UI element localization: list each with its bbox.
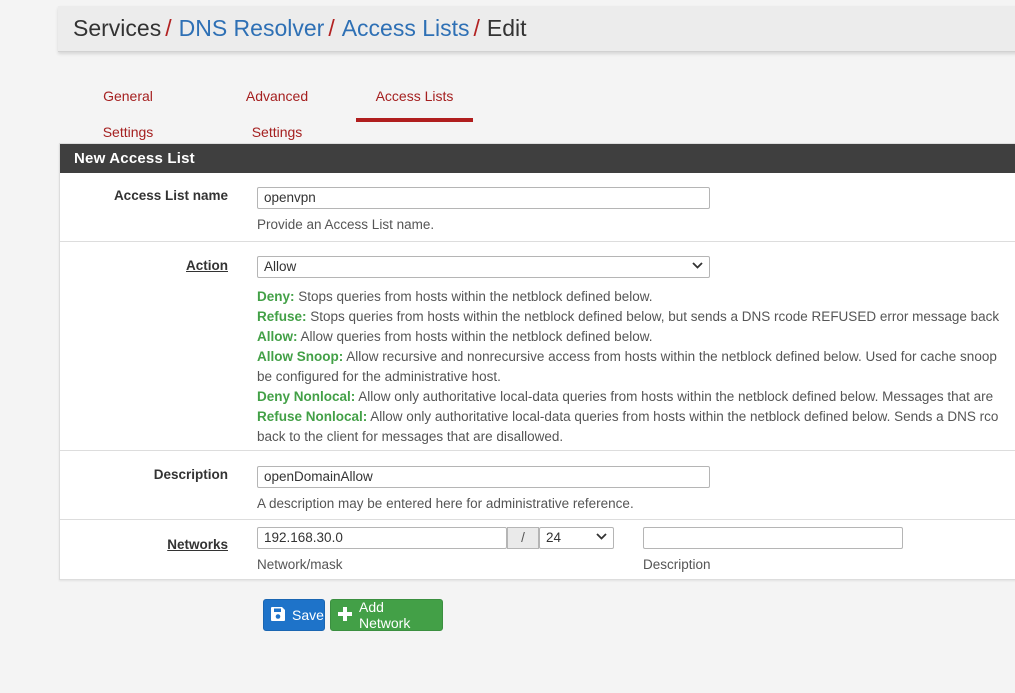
mask-separator: / bbox=[507, 527, 539, 549]
networks-label[interactable]: Networks bbox=[167, 537, 228, 552]
description-label: Description bbox=[153, 467, 228, 482]
access-list-panel: New Access List Access List name openvpn… bbox=[59, 143, 1015, 580]
network-mask-value: 24 bbox=[546, 530, 562, 545]
action-select-value: Allow bbox=[264, 259, 297, 274]
action-desc-refuse-nonlocal-cont: back to the client for messages that are… bbox=[257, 429, 564, 444]
save-button-label: Save bbox=[292, 607, 324, 623]
breadcrumb-separator: / bbox=[328, 15, 335, 41]
floppy-disk-icon bbox=[270, 606, 286, 625]
network-description-help: Description bbox=[643, 557, 711, 572]
add-network-button[interactable]: Add Network bbox=[330, 599, 443, 631]
access-list-name-row: Access List name openvpn Provide an Acce… bbox=[60, 173, 1015, 241]
action-desc-deny: Deny: Stops queries from hosts within th… bbox=[257, 289, 653, 304]
breadcrumb-separator: / bbox=[473, 15, 480, 41]
description-input[interactable]: openDomainAllow bbox=[257, 466, 710, 488]
chevron-down-icon bbox=[596, 530, 607, 546]
network-mask-help: Network/mask bbox=[257, 557, 343, 572]
add-network-button-label: Add Network bbox=[359, 599, 411, 631]
action-desc-refuse: Refuse: Stops queries from hosts within … bbox=[257, 309, 1000, 324]
action-desc-refuse-nonlocal: Refuse Nonlocal: Allow only authoritativ… bbox=[257, 409, 999, 424]
breadcrumb-access-lists-link[interactable]: Access Lists bbox=[342, 15, 470, 42]
panel-title: New Access List bbox=[60, 144, 1015, 173]
network-mask-select[interactable]: 24 bbox=[539, 527, 614, 549]
action-label[interactable]: Action bbox=[186, 258, 228, 273]
network-address-input[interactable]: 192.168.30.0 bbox=[257, 527, 507, 549]
tab-advanced-settings[interactable]: Advanced Settings bbox=[219, 78, 335, 140]
plus-icon bbox=[337, 606, 353, 625]
save-button[interactable]: Save bbox=[263, 599, 325, 631]
tab-access-lists[interactable]: Access Lists bbox=[356, 78, 473, 122]
breadcrumb: Services / DNS Resolver / Access Lists /… bbox=[58, 6, 1015, 52]
action-desc-allow-snoop-cont: be configured for the administrative hos… bbox=[257, 369, 501, 384]
breadcrumb-edit: Edit bbox=[486, 15, 527, 41]
action-desc-allow-snoop: Allow Snoop: Allow recursive and nonrecu… bbox=[257, 349, 997, 364]
networks-row: Networks 192.168.30.0 / 24 Network/mask … bbox=[60, 519, 1015, 582]
action-desc-deny-nonlocal: Deny Nonlocal: Allow only authoritative … bbox=[257, 389, 994, 404]
breadcrumb-separator: / bbox=[165, 15, 172, 41]
breadcrumb-dns-resolver-link[interactable]: DNS Resolver bbox=[179, 15, 325, 42]
tab-general-settings[interactable]: General Settings bbox=[77, 78, 179, 140]
description-help: A description may be entered here for ad… bbox=[257, 496, 634, 511]
action-row: Action Allow Deny: Stops queries from ho… bbox=[60, 241, 1015, 451]
breadcrumb-services: Services bbox=[73, 15, 162, 41]
access-list-name-input[interactable]: openvpn bbox=[257, 187, 710, 209]
description-row: Description openDomainAllow A descriptio… bbox=[60, 450, 1015, 520]
network-description-input[interactable] bbox=[643, 527, 903, 549]
access-list-name-help: Provide an Access List name. bbox=[257, 217, 435, 232]
action-desc-allow: Allow: Allow queries from hosts within t… bbox=[257, 329, 653, 344]
chevron-down-icon bbox=[692, 259, 703, 275]
action-descriptions: Deny: Stops queries from hosts within th… bbox=[257, 287, 1015, 447]
access-list-name-label: Access List name bbox=[113, 188, 228, 203]
action-select[interactable]: Allow bbox=[257, 256, 710, 278]
